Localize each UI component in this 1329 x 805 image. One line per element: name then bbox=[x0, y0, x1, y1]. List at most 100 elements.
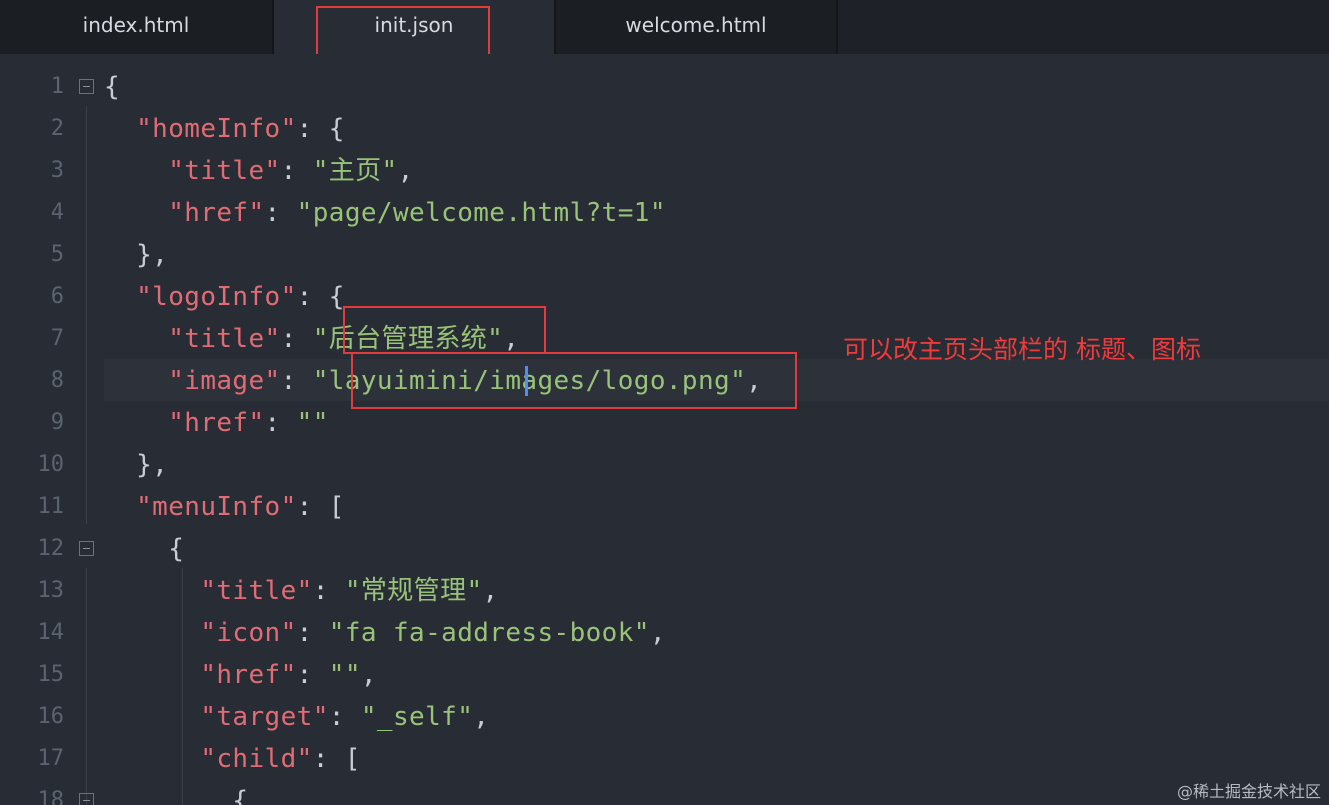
code-line[interactable]: 16 "target": "_self", bbox=[0, 696, 1329, 738]
code-text: "target": "_self", bbox=[104, 696, 489, 738]
code-text: { bbox=[104, 528, 184, 570]
punctuation: : bbox=[296, 618, 329, 648]
json-string: "page/welcome.html?t=1" bbox=[296, 198, 666, 228]
line-number: 9 bbox=[50, 410, 64, 435]
tab-label: index.html bbox=[82, 13, 190, 37]
code-text: }, bbox=[104, 234, 168, 276]
code-text: "href": "" bbox=[104, 402, 329, 444]
json-string: "常规管理" bbox=[344, 576, 483, 606]
punctuation: : { bbox=[296, 114, 345, 144]
json-key: "child" bbox=[200, 744, 313, 774]
code-line[interactable]: 17 "child": [ bbox=[0, 738, 1329, 780]
code-line[interactable]: 12 { bbox=[0, 528, 1329, 570]
fold-toggle-icon[interactable] bbox=[79, 541, 94, 556]
punctuation bbox=[104, 618, 200, 648]
fold-toggle-icon[interactable] bbox=[79, 793, 94, 805]
fold-toggle-icon[interactable] bbox=[79, 79, 94, 94]
punctuation: { bbox=[104, 534, 185, 564]
json-key: "title" bbox=[200, 576, 313, 606]
watermark: @稀土掘金技术社区 bbox=[1176, 782, 1321, 801]
punctuation: : { bbox=[296, 282, 345, 312]
line-number: 8 bbox=[50, 368, 64, 393]
code-text: { bbox=[104, 66, 120, 108]
line-number: 12 bbox=[37, 536, 65, 561]
code-text: "title": "常规管理", bbox=[104, 570, 499, 612]
json-key: "menuInfo" bbox=[136, 492, 297, 522]
punctuation bbox=[104, 408, 168, 438]
code-line[interactable]: 11 "menuInfo": [ bbox=[0, 486, 1329, 528]
json-string: "_self" bbox=[360, 702, 474, 732]
punctuation: : [ bbox=[312, 744, 361, 774]
code-line[interactable]: 3 "title": "主页", bbox=[0, 150, 1329, 192]
line-number: 1 bbox=[50, 74, 64, 99]
code-line[interactable]: 14 "icon": "fa fa-address-book", bbox=[0, 612, 1329, 654]
json-key: "href" bbox=[200, 660, 297, 690]
code-text: "href": "", bbox=[104, 654, 377, 696]
punctuation: , bbox=[649, 618, 666, 648]
json-string: "主页" bbox=[312, 156, 398, 186]
code-line[interactable]: 18 { bbox=[0, 780, 1329, 805]
code-line[interactable]: 6 "logoInfo": { bbox=[0, 276, 1329, 318]
line-number: 11 bbox=[37, 494, 65, 519]
punctuation: : bbox=[280, 156, 313, 186]
json-key: "icon" bbox=[200, 618, 297, 648]
punctuation: }, bbox=[104, 450, 169, 480]
line-number: 17 bbox=[37, 746, 65, 771]
json-key: "title" bbox=[168, 324, 281, 354]
code-line[interactable]: 1{ bbox=[0, 66, 1329, 108]
image-highlight-box bbox=[351, 352, 797, 409]
line-number: 13 bbox=[37, 578, 65, 603]
code-text: }, bbox=[104, 444, 168, 486]
code-editor[interactable]: 1{2 "homeInfo": {3 "title": "主页", 4 "href… bbox=[0, 54, 1329, 805]
json-key: "homeInfo" bbox=[136, 114, 297, 144]
json-key: "title" bbox=[168, 156, 281, 186]
code-line[interactable]: 15 "href": "", bbox=[0, 654, 1329, 696]
punctuation bbox=[104, 702, 200, 732]
code-text: "title": "主页", bbox=[104, 150, 414, 192]
tab-divider bbox=[836, 0, 838, 54]
punctuation bbox=[104, 366, 168, 396]
tab-label: welcome.html bbox=[625, 13, 767, 37]
code-line[interactable]: 5 }, bbox=[0, 234, 1329, 276]
code-text: "icon": "fa fa-address-book", bbox=[104, 612, 666, 654]
punctuation bbox=[104, 198, 168, 228]
punctuation: : bbox=[280, 324, 313, 354]
code-line[interactable]: 13 "title": "常规管理", bbox=[0, 570, 1329, 612]
punctuation bbox=[104, 660, 200, 690]
punctuation: , bbox=[473, 702, 490, 732]
line-number: 7 bbox=[50, 326, 64, 351]
punctuation: : bbox=[312, 576, 345, 606]
json-key: "target" bbox=[200, 702, 329, 732]
json-key: "image" bbox=[168, 366, 281, 396]
annotation-text: 可以改主页头部栏的 标题、图标 bbox=[843, 335, 1201, 364]
punctuation bbox=[104, 114, 136, 144]
code-text: "logoInfo": { bbox=[104, 276, 345, 318]
punctuation bbox=[104, 156, 168, 186]
punctuation: { bbox=[104, 72, 121, 102]
line-number: 5 bbox=[50, 242, 64, 267]
json-key: "logoInfo" bbox=[136, 282, 297, 312]
punctuation bbox=[104, 282, 136, 312]
tab-bar: index.html init.json welcome.html bbox=[0, 0, 1329, 54]
tab-welcome-html[interactable]: welcome.html bbox=[556, 0, 836, 54]
title-highlight-box bbox=[343, 306, 546, 354]
code-line[interactable]: 4 "href": "page/welcome.html?t=1" bbox=[0, 192, 1329, 234]
punctuation bbox=[104, 492, 136, 522]
punctuation bbox=[104, 744, 200, 774]
line-number: 14 bbox=[37, 620, 65, 645]
line-number: 2 bbox=[50, 116, 64, 141]
punctuation: : bbox=[264, 198, 297, 228]
punctuation: { bbox=[104, 786, 249, 805]
code-text: "homeInfo": { bbox=[104, 108, 345, 150]
json-string: "fa fa-address-book" bbox=[328, 618, 650, 648]
punctuation: , bbox=[360, 660, 377, 690]
code-text: "href": "page/welcome.html?t=1" bbox=[104, 192, 666, 234]
json-key: "href" bbox=[168, 198, 265, 228]
code-line[interactable]: 10 }, bbox=[0, 444, 1329, 486]
punctuation: , bbox=[482, 576, 499, 606]
tab-index-html[interactable]: index.html bbox=[0, 0, 272, 54]
code-line[interactable]: 2 "homeInfo": { bbox=[0, 108, 1329, 150]
punctuation: : bbox=[264, 408, 297, 438]
punctuation: : bbox=[328, 702, 361, 732]
punctuation bbox=[104, 576, 200, 606]
